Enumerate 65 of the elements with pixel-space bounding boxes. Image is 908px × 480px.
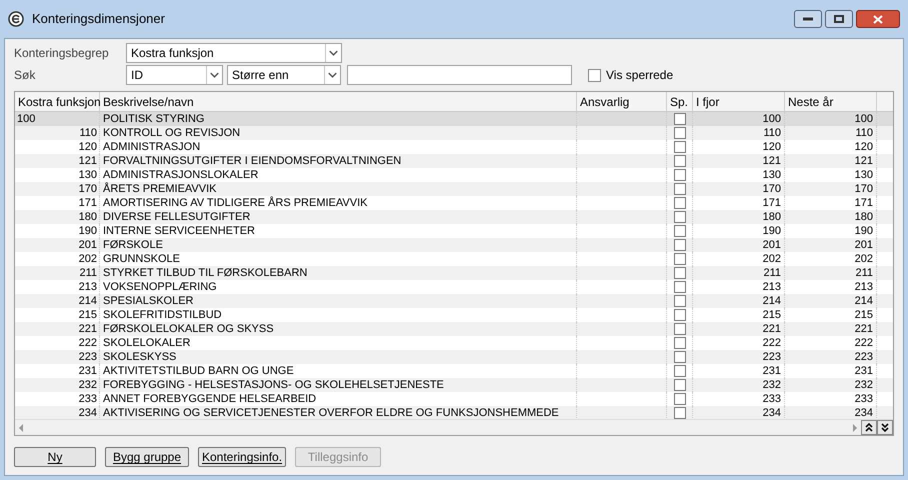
table-row[interactable]: 201 FØRSKOLE 201 201	[15, 238, 893, 252]
double-chevron-up-icon	[865, 423, 873, 432]
close-icon	[873, 14, 883, 24]
minimize-button[interactable]	[794, 10, 822, 28]
search-input[interactable]	[347, 65, 572, 85]
sp-checkbox[interactable]	[674, 239, 686, 251]
app-logo-icon	[8, 11, 24, 27]
table-row[interactable]: 121 FORVALTNINGSUTGIFTER I EIENDOMSFORVALTNINGEN 121 121	[15, 154, 893, 168]
table-row[interactable]: 110 KONTROLL OG REVISJON 110 110	[15, 126, 893, 140]
minimize-icon	[803, 17, 813, 21]
maximize-button[interactable]	[825, 10, 853, 28]
table-row[interactable]: 211 STYRKET TILBUD TIL FØRSKOLEBARN 211 211	[15, 266, 893, 280]
vis-sperrede-label: Vis sperrede	[606, 67, 674, 84]
sp-checkbox[interactable]	[674, 365, 686, 377]
sp-checkbox[interactable]	[674, 281, 686, 293]
table-row[interactable]: 214 SPESIALSKOLER 214 214	[15, 294, 893, 308]
scroll-left-icon	[18, 424, 24, 432]
column-header[interactable]: I fjor	[693, 92, 785, 111]
action-button[interactable]: Ny	[14, 447, 96, 467]
sp-checkbox[interactable]	[674, 155, 686, 167]
sp-checkbox[interactable]	[674, 407, 686, 419]
vis-sperrede-checkbox[interactable]	[588, 68, 601, 82]
sp-checkbox[interactable]	[674, 253, 686, 265]
konteringsbegrep-dropdown[interactable]: Kostra funksjon	[126, 43, 342, 63]
sp-checkbox[interactable]	[674, 379, 686, 391]
sp-checkbox[interactable]	[674, 393, 686, 405]
table-row[interactable]: 100 POLITISK STYRING 100 100	[15, 112, 893, 126]
sp-checkbox[interactable]	[674, 127, 686, 139]
sp-checkbox[interactable]	[674, 141, 686, 153]
sp-checkbox[interactable]	[674, 197, 686, 209]
sp-checkbox[interactable]	[674, 351, 686, 363]
sp-checkbox[interactable]	[674, 113, 686, 125]
search-field-dropdown[interactable]: ID	[126, 65, 223, 85]
table-row[interactable]: 232 FOREBYGGING - HELSESTASJONS- OG SKOLEHELSETJENESTE 232 232	[15, 378, 893, 392]
column-header[interactable]: Neste år	[785, 92, 877, 111]
maximize-icon	[834, 15, 844, 23]
sp-checkbox[interactable]	[674, 323, 686, 335]
sp-checkbox[interactable]	[674, 225, 686, 237]
table-row[interactable]: 170 ÅRETS PREMIEAVVIK 170 170	[15, 182, 893, 196]
search-label: Søk	[14, 67, 36, 84]
sp-checkbox[interactable]	[674, 183, 686, 195]
window-title: Konteringsdimensjoner	[32, 10, 165, 28]
sp-checkbox[interactable]	[674, 267, 686, 279]
close-button[interactable]	[856, 10, 900, 28]
sp-checkbox[interactable]	[674, 169, 686, 181]
column-header[interactable]: Kostra funksjon	[15, 92, 100, 111]
scroll-right-icon	[852, 424, 858, 432]
table-row[interactable]: 221 FØRSKOLELOKALER OG SKYSS 221 221	[15, 322, 893, 336]
table-row[interactable]: 234 AKTIVISERING OG SERVICETJENESTER OVERFOR ELDRE OG FUNKSJONSHEMMEDE 234 234	[15, 406, 893, 419]
column-header[interactable]: Sp.	[667, 92, 693, 111]
sp-checkbox[interactable]	[674, 309, 686, 321]
column-header[interactable]: Beskrivelse/navn	[100, 92, 577, 111]
sp-checkbox[interactable]	[674, 337, 686, 349]
sp-checkbox[interactable]	[674, 295, 686, 307]
column-header[interactable]: Ansvarlig	[577, 92, 667, 111]
sp-checkbox[interactable]	[674, 211, 686, 223]
scroll-bottom-button[interactable]	[877, 420, 893, 435]
action-button[interactable]: Konteringsinfo.	[198, 447, 286, 467]
konteringsbegrep-label: Konteringsbegrep	[14, 45, 110, 62]
action-button[interactable]: Bygg gruppe	[105, 447, 189, 467]
table-row[interactable]: 180 DIVERSE FELLESUTGIFTER 180 180	[15, 210, 893, 224]
double-chevron-down-icon	[881, 423, 889, 432]
scroll-top-button[interactable]	[861, 420, 877, 435]
table-row[interactable]: 223 SKOLESKYSS 223 223	[15, 350, 893, 364]
operator-dropdown[interactable]: Større enn	[227, 65, 341, 85]
